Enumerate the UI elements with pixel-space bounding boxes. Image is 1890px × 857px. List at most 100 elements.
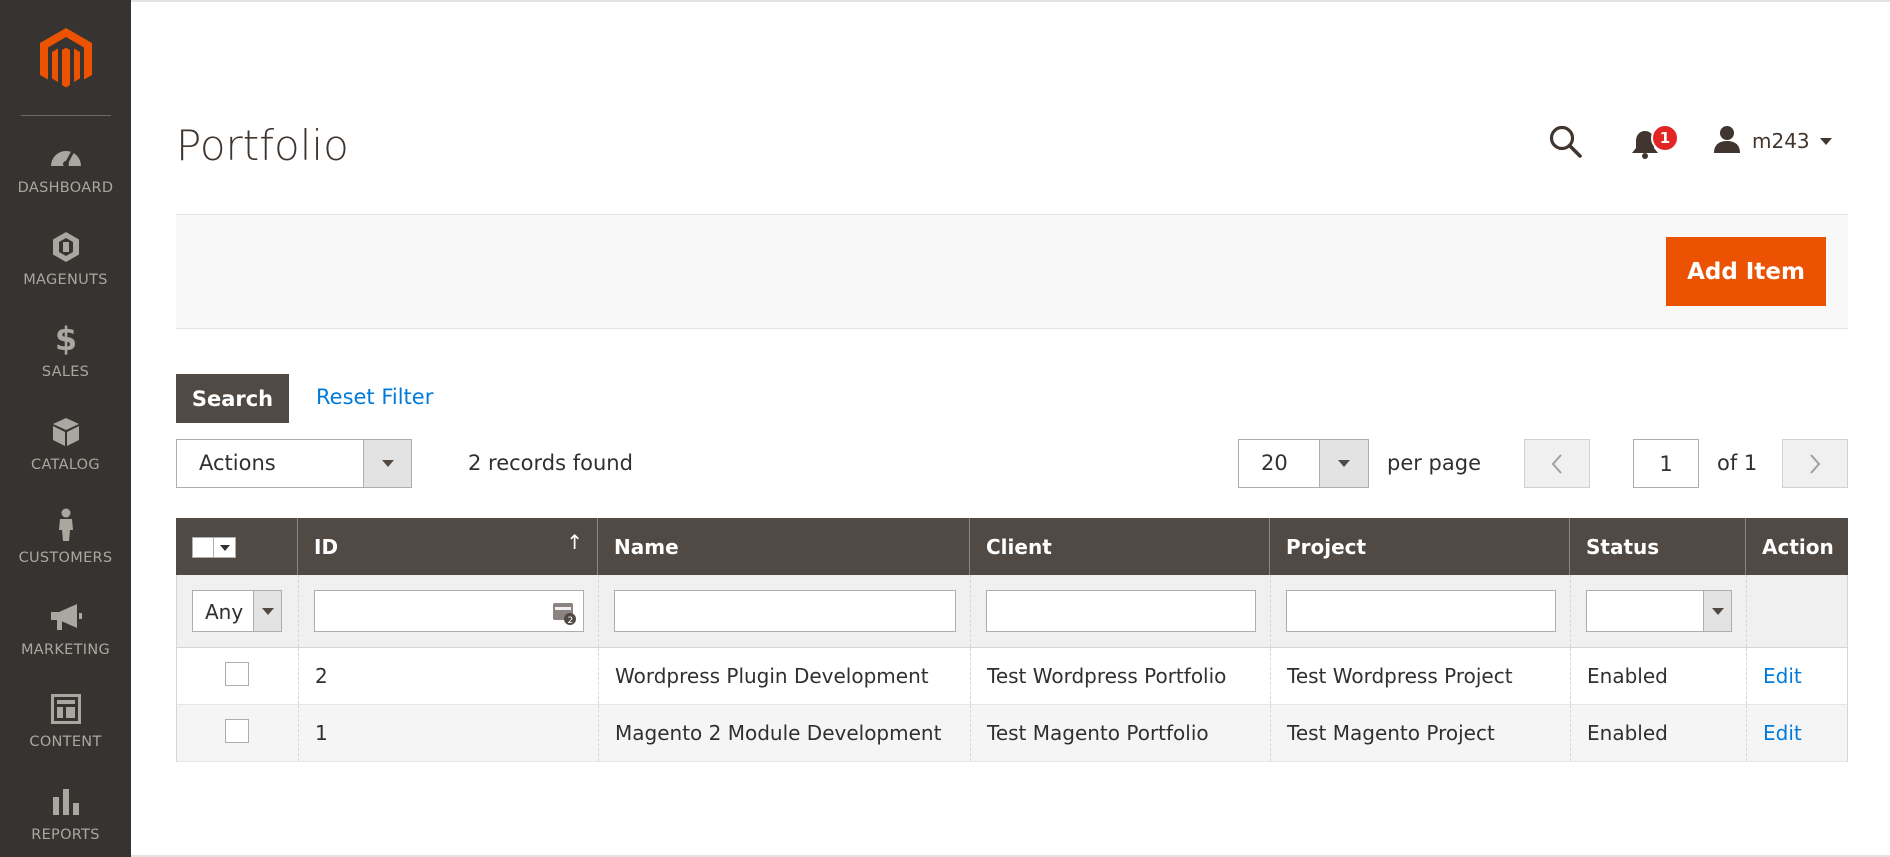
row-checkbox[interactable] xyxy=(225,662,249,686)
user-menu[interactable]: m243 xyxy=(1712,125,1832,157)
top-border xyxy=(0,0,1890,2)
filter-cell-client xyxy=(970,575,1270,647)
column-label: ID xyxy=(314,534,339,559)
mass-actions-select[interactable]: Actions xyxy=(176,439,412,488)
username: m243 xyxy=(1752,129,1810,153)
page-actions-bar xyxy=(176,214,1848,329)
sidebar-item-label: CONTENT xyxy=(29,734,102,750)
any-select[interactable]: Any xyxy=(192,590,282,632)
per-page-select[interactable]: 20 xyxy=(1238,439,1369,488)
row-checkbox[interactable] xyxy=(225,719,249,743)
sidebar-item-dashboard[interactable]: DASHBOARD xyxy=(0,138,131,224)
filter-cell-name xyxy=(598,575,970,647)
search-button[interactable]: Search xyxy=(176,374,289,423)
next-page-button[interactable] xyxy=(1782,439,1848,488)
filter-cell-status xyxy=(1570,575,1746,647)
column-label: Status xyxy=(1586,534,1660,559)
records-found: 2 records found xyxy=(468,451,633,475)
id-filter-input[interactable]: 2 xyxy=(314,590,584,632)
table-row: 2 Wordpress Plugin Development Test Word… xyxy=(176,648,1848,705)
cell-id: 2 xyxy=(298,648,598,704)
cell-name: Wordpress Plugin Development xyxy=(598,648,970,704)
table-row: 1 Magento 2 Module Development Test Mage… xyxy=(176,705,1848,762)
grid-filter-row: Any 2 xyxy=(176,575,1848,648)
sidebar-item-marketing[interactable]: MARKETING xyxy=(0,600,131,686)
sidebar-item-reports[interactable]: REPORTS xyxy=(0,785,131,857)
admin-sidebar: DASHBOARD MAGENUTS $ SALES CATALOG CUSTO… xyxy=(0,0,131,857)
bar-chart-icon xyxy=(49,785,83,819)
chevron-right-icon xyxy=(1810,453,1821,474)
sort-ascending-icon: ↑ xyxy=(566,530,583,554)
dollar-icon: $ xyxy=(54,320,78,358)
edit-link[interactable]: Edit xyxy=(1763,664,1802,688)
column-label: Name xyxy=(614,534,679,559)
magento-logo-icon[interactable] xyxy=(36,26,96,92)
column-label: Project xyxy=(1286,534,1367,559)
chevron-left-icon xyxy=(1551,453,1562,474)
name-filter-input[interactable] xyxy=(614,590,956,632)
sidebar-item-label: MARKETING xyxy=(20,642,111,658)
edit-link[interactable]: Edit xyxy=(1763,721,1802,745)
column-header-action: Action xyxy=(1745,518,1848,575)
per-page-label: per page xyxy=(1387,451,1482,475)
sidebar-item-sales[interactable]: $ SALES xyxy=(0,320,131,408)
person-icon xyxy=(49,508,83,542)
megaphone-icon xyxy=(49,600,83,634)
sidebar-item-content[interactable]: CONTENT xyxy=(0,692,131,778)
per-page-value: 20 xyxy=(1261,451,1288,475)
chevron-down-icon xyxy=(1703,591,1731,631)
filter-cell-id: 2 xyxy=(298,575,598,647)
filter-cell-action xyxy=(1746,575,1849,647)
magenuts-icon xyxy=(49,230,83,264)
column-header-project[interactable]: Project xyxy=(1269,518,1569,575)
sidebar-item-customers[interactable]: CUSTOMERS xyxy=(0,508,131,594)
box-icon xyxy=(49,415,83,449)
chevron-down-icon xyxy=(363,440,411,487)
user-icon xyxy=(1712,124,1742,158)
any-select-value: Any xyxy=(205,600,244,624)
cell-project: Test Magento Project xyxy=(1270,705,1570,761)
dashboard-icon xyxy=(49,138,83,172)
status-filter-select[interactable] xyxy=(1586,590,1732,632)
column-header-name[interactable]: Name xyxy=(597,518,969,575)
column-label: Client xyxy=(986,534,1052,559)
sidebar-item-label: CATALOG xyxy=(31,457,100,473)
current-page-input[interactable]: 1 xyxy=(1633,439,1699,488)
sidebar-item-label: DASHBOARD xyxy=(17,180,114,196)
filter-cell-project xyxy=(1270,575,1570,647)
mass-actions-label: Actions xyxy=(199,451,276,475)
column-mass-select xyxy=(176,518,297,575)
total-pages: of 1 xyxy=(1717,451,1758,475)
cell-action: Edit xyxy=(1746,648,1849,704)
filter-cell-select: Any xyxy=(177,575,298,647)
reset-filter-link[interactable]: Reset Filter xyxy=(316,385,433,409)
chevron-down-icon xyxy=(1319,440,1368,487)
search-icon[interactable] xyxy=(1548,124,1584,160)
cell-status: Enabled xyxy=(1570,648,1746,704)
cell-id: 1 xyxy=(298,705,598,761)
previous-page-button[interactable] xyxy=(1524,439,1590,488)
chevron-down-icon xyxy=(1819,137,1832,145)
row-select-cell xyxy=(177,705,298,761)
page-title: Portfolio xyxy=(176,121,349,170)
add-item-button[interactable]: Add Item xyxy=(1666,237,1826,306)
sidebar-item-label: CUSTOMERS xyxy=(18,550,113,566)
column-header-status[interactable]: Status xyxy=(1569,518,1745,575)
calendar-icon[interactable]: 2 xyxy=(551,599,577,626)
svg-text:2: 2 xyxy=(568,616,574,625)
column-label: Action xyxy=(1762,534,1834,559)
chevron-down-icon xyxy=(214,537,236,558)
client-filter-input[interactable] xyxy=(986,590,1256,632)
cell-name: Magento 2 Module Development xyxy=(598,705,970,761)
cell-status: Enabled xyxy=(1570,705,1746,761)
sidebar-item-label: REPORTS xyxy=(31,827,100,843)
project-filter-input[interactable] xyxy=(1286,590,1556,632)
sidebar-item-label: MAGENUTS xyxy=(23,272,108,288)
cell-client: Test Wordpress Portfolio xyxy=(970,648,1270,704)
column-header-client[interactable]: Client xyxy=(969,518,1269,575)
sidebar-item-catalog[interactable]: CATALOG xyxy=(0,415,131,501)
notification-badge[interactable]: 1 xyxy=(1651,124,1679,152)
mass-select-checkbox[interactable] xyxy=(192,537,236,558)
column-header-id[interactable]: ID ↑ xyxy=(297,518,597,575)
sidebar-item-magenuts[interactable]: MAGENUTS xyxy=(0,230,131,316)
